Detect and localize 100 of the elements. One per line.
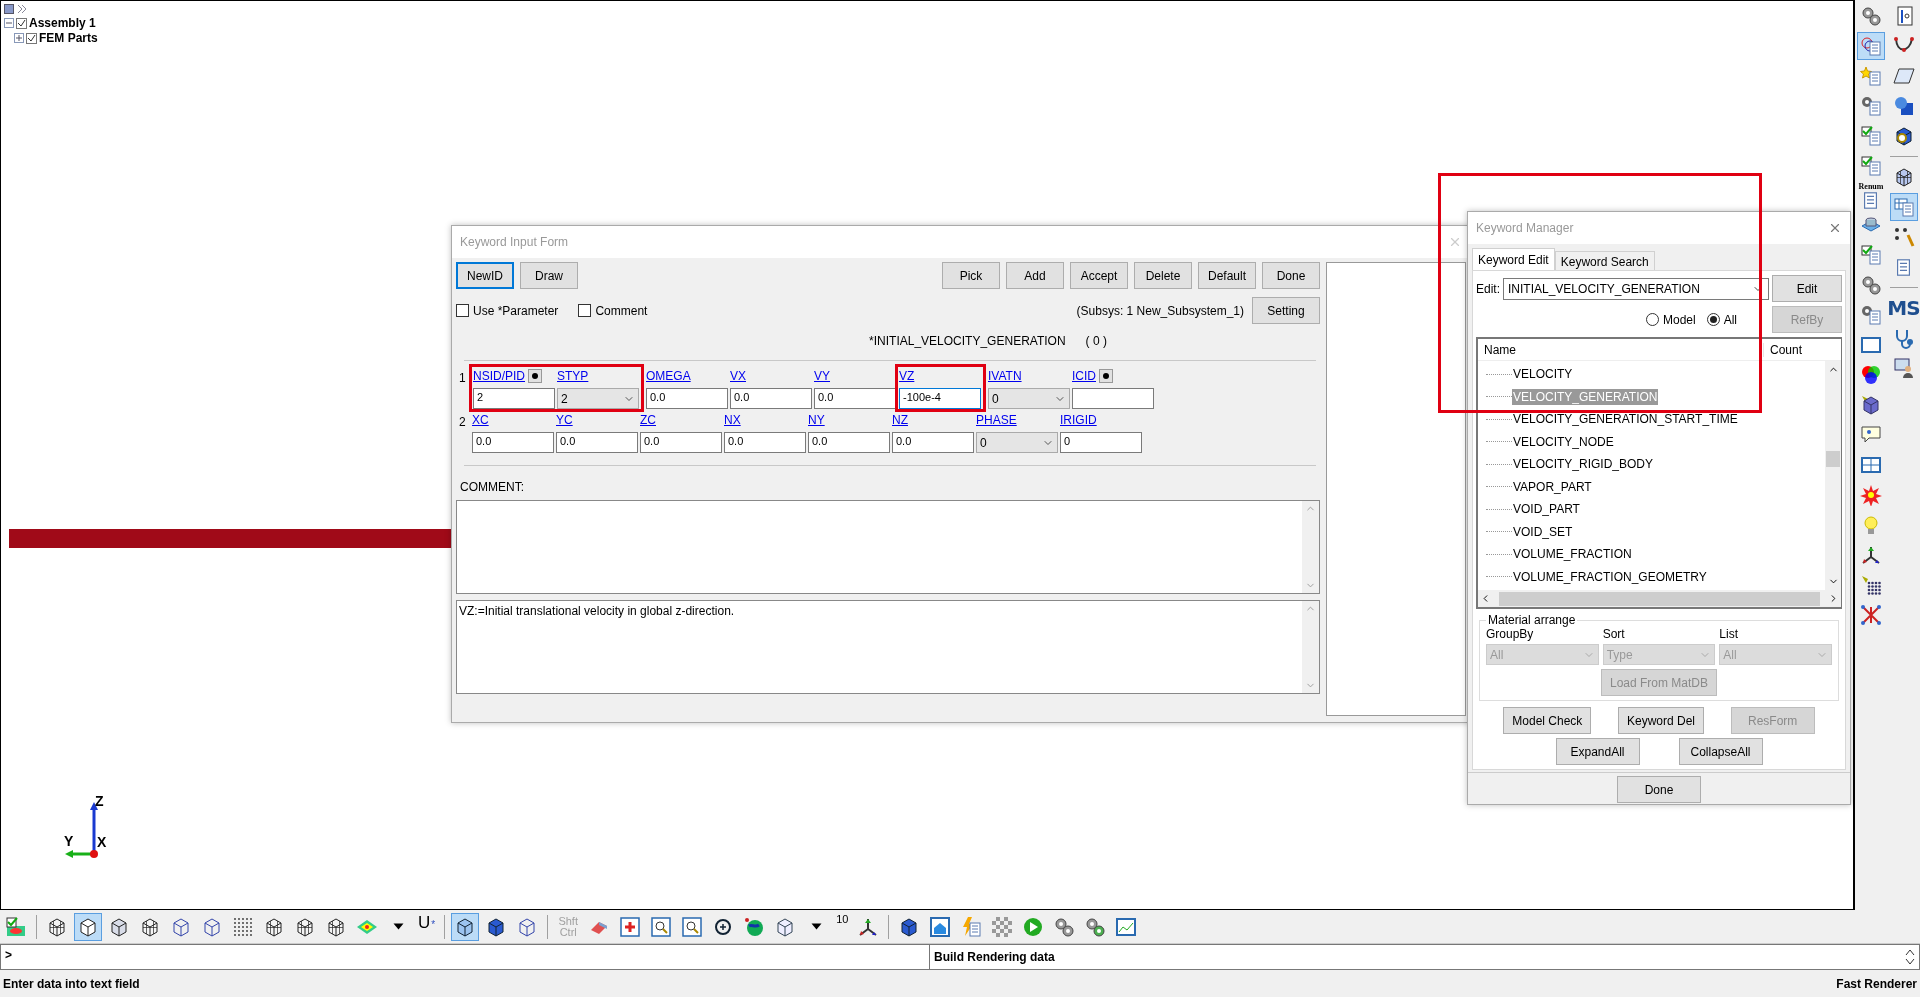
manager-action-button[interactable]: Model Check <box>1503 707 1592 734</box>
manager-action-button[interactable]: Keyword Del <box>1618 707 1704 734</box>
mesh-check-icon <box>5 915 27 938</box>
caret-icon <box>810 923 822 930</box>
input-field[interactable]: 0.0 <box>556 432 638 453</box>
field-label-link[interactable]: IVATN <box>988 369 1022 383</box>
keyword-item[interactable]: VELOCITY <box>1512 366 1574 383</box>
tab[interactable]: Keyword Edit <box>1472 248 1555 270</box>
field-label-link[interactable]: XC <box>472 413 489 427</box>
form-action-button[interactable]: Default <box>1198 262 1256 289</box>
field-label-link[interactable]: NZ <box>892 413 908 427</box>
input-field[interactable]: 0.0 <box>724 432 806 453</box>
field-label-link[interactable]: IRIGID <box>1060 413 1097 427</box>
input-field[interactable]: 2 <box>473 388 555 409</box>
checklist-icon <box>1860 125 1882 147</box>
group-title: Material arrange <box>1487 613 1577 627</box>
form-action-button[interactable]: Add <box>1006 262 1064 289</box>
keyword-item[interactable]: VOID_PART <box>1512 501 1581 518</box>
field-label-link[interactable]: STYP <box>557 369 589 383</box>
comment-text-area[interactable] <box>456 500 1320 594</box>
close-icon[interactable] <box>1828 221 1842 235</box>
pick-button[interactable] <box>528 369 542 383</box>
input-field[interactable]: 0.0 <box>814 388 896 409</box>
gear-arrows-icon <box>1084 915 1107 938</box>
input-field[interactable]: 0 <box>1060 432 1142 453</box>
keyword-item[interactable]: VELOCITY_RIGID_BODY <box>1512 456 1655 473</box>
keyword-combo-box[interactable]: INITIAL_VELOCITY_GENERATION <box>1503 277 1769 300</box>
field-label-link[interactable]: ZC <box>640 413 656 427</box>
field-label-link[interactable]: NSID/PID <box>473 369 525 383</box>
input-field[interactable]: 0.0 <box>892 432 974 453</box>
toolbar-button[interactable] <box>451 912 480 941</box>
pick-button[interactable] <box>1099 369 1113 383</box>
form-action-button[interactable]: Delete <box>1134 262 1192 289</box>
u-button[interactable]: U* <box>415 912 439 941</box>
field-label-link[interactable]: VX <box>730 369 746 383</box>
column-header[interactable]: Name <box>1478 342 1763 357</box>
checkbox[interactable] <box>578 304 592 317</box>
field-label-link[interactable]: OMEGA <box>646 369 691 383</box>
renum-button[interactable]: Renum <box>1858 182 1884 209</box>
keyword-item[interactable]: VAPOR_PART <box>1512 478 1593 495</box>
dropdown-field[interactable]: 0 <box>976 432 1058 453</box>
card-number: 1 <box>458 370 467 385</box>
radio-button[interactable] <box>1645 313 1659 326</box>
count-button[interactable]: 10 <box>833 912 852 941</box>
field-label-link[interactable]: NX <box>724 413 741 427</box>
tree-item[interactable]: FEM Parts <box>39 31 98 45</box>
checkbox[interactable] <box>16 17 27 29</box>
keyword-item[interactable]: VELOCITY_NODE <box>1512 433 1615 450</box>
gear-list-icon <box>1860 95 1882 117</box>
field-label-link[interactable]: YC <box>556 413 573 427</box>
input-field[interactable] <box>1072 388 1154 409</box>
done-button[interactable]: Done <box>1617 776 1701 803</box>
field-label-link[interactable]: VZ <box>899 369 915 383</box>
scroll-thumb[interactable] <box>1826 451 1840 467</box>
table-list-icon <box>1892 196 1915 218</box>
double-chevron-icon[interactable] <box>17 4 27 14</box>
toolbar-button[interactable] <box>74 912 102 941</box>
field-label-link[interactable]: ICID <box>1072 369 1096 383</box>
input-field[interactable]: 0.0 <box>640 432 722 453</box>
keyword-item[interactable]: VOLUME_FRACTION_GEOMETRY <box>1512 568 1708 585</box>
column-header[interactable]: Count <box>1763 342 1825 357</box>
color-circles-icon <box>1860 364 1882 386</box>
horizontal-scrollbar[interactable] <box>1478 590 1841 607</box>
checkbox[interactable] <box>26 32 37 44</box>
toolbar-action-button[interactable]: NewID <box>456 262 514 289</box>
input-field[interactable]: 0.0 <box>808 432 890 453</box>
dropdown-field[interactable]: 2 <box>557 388 639 409</box>
toolbar-action-button[interactable]: Draw <box>520 262 578 289</box>
vertical-scrollbar[interactable] <box>1825 361 1841 590</box>
command-input-field[interactable]: > <box>0 944 930 970</box>
radio-button[interactable] <box>1706 313 1720 326</box>
keyword-item[interactable]: VOLUME_FRACTION <box>1512 546 1633 563</box>
select-label: GroupBy <box>1486 627 1535 641</box>
manager-action-button[interactable]: ExpandAll <box>1555 738 1640 765</box>
model-viewport[interactable] <box>0 0 1855 910</box>
form-action-button[interactable]: Accept <box>1070 262 1128 289</box>
edit-button[interactable]: Edit <box>1772 275 1842 302</box>
tree-item[interactable]: Assembly 1 <box>29 16 96 30</box>
input-field[interactable]: -100e-4 <box>899 388 981 409</box>
ms-button[interactable]: MS <box>1887 294 1920 322</box>
expand-icon[interactable] <box>14 33 24 43</box>
field-label-link[interactable]: NY <box>808 413 825 427</box>
spinner-icon[interactable] <box>1905 948 1915 966</box>
input-field[interactable]: 0.0 <box>646 388 728 409</box>
keyword-item[interactable]: VELOCITY_GENERATION_START_TIME <box>1512 411 1739 428</box>
setting-button[interactable]: Setting <box>1252 297 1320 324</box>
square-icon[interactable] <box>4 4 14 14</box>
keyword-item[interactable]: VOID_SET <box>1512 523 1574 540</box>
input-field[interactable]: 0.0 <box>730 388 812 409</box>
input-field[interactable]: 0.0 <box>472 432 554 453</box>
scroll-thumb[interactable] <box>1499 591 1820 606</box>
explosion-icon <box>1860 484 1882 506</box>
field-label-link[interactable]: PHASE <box>976 413 1017 427</box>
checkbox[interactable] <box>456 304 469 317</box>
form-action-button[interactable]: Done <box>1262 262 1320 289</box>
manager-action-button[interactable]: CollapseAll <box>1678 738 1763 765</box>
field-label-link[interactable]: VY <box>814 369 830 383</box>
dropdown-field[interactable]: 0 <box>988 388 1070 409</box>
tab[interactable]: Keyword Search <box>1554 251 1655 270</box>
form-action-button[interactable]: Pick <box>942 262 1000 289</box>
